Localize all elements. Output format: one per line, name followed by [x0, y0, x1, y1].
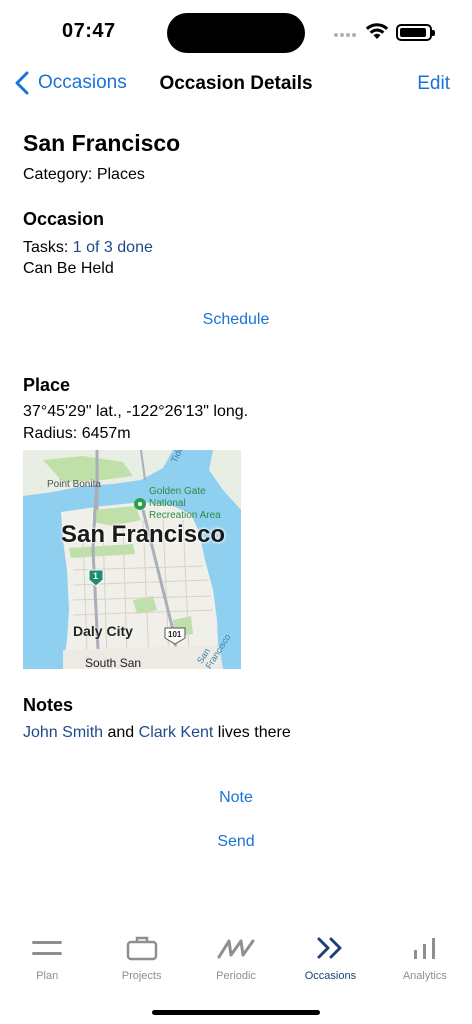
tab-plan-label: Plan: [36, 970, 59, 982]
schedule-button[interactable]: Schedule: [203, 311, 270, 328]
tab-bar: Plan Projects Periodic Occasions Analyti…: [0, 930, 472, 1000]
person-link-john-smith[interactable]: John Smith: [23, 724, 103, 741]
status-time: 07:47: [62, 20, 116, 42]
map-label-national: National: [149, 498, 186, 509]
tab-analytics[interactable]: Analytics: [378, 930, 472, 1000]
bar-chart-icon: [405, 930, 445, 966]
notes-conjunction: and: [103, 724, 139, 741]
occasion-heading: Occasion: [23, 209, 105, 229]
notes-heading: Notes: [23, 695, 74, 715]
coordinates-text: 37°45'29" lat., -122°26'13" long.: [23, 403, 249, 420]
dynamic-island: [167, 13, 305, 53]
route-101-label: 101: [168, 630, 182, 639]
radius-text: Radius: 6457m: [23, 425, 131, 442]
briefcase-icon: [122, 930, 162, 966]
tab-periodic-label: Periodic: [216, 970, 256, 982]
tab-periodic[interactable]: Periodic: [189, 930, 283, 1000]
periodic-icon: [216, 930, 256, 966]
map-label-daly-city: Daly City: [73, 623, 133, 639]
map-label-point-bonita: Point Bonita: [47, 479, 101, 490]
tab-analytics-label: Analytics: [402, 970, 447, 982]
tasks-line: Tasks: 1 of 3 done: [23, 239, 153, 257]
tab-projects-label: Projects: [121, 970, 162, 982]
status-bar: 07:47: [0, 0, 472, 64]
map-label-south-san: South San: [85, 656, 142, 669]
tab-occasions-label: Occasions: [304, 970, 357, 982]
send-row: Send: [0, 833, 472, 851]
notes-text: John Smith and Clark Kent lives there: [23, 724, 291, 742]
cellular-signal-icon: [334, 33, 356, 37]
chevrons-right-icon: [310, 930, 350, 966]
page-title: Occasion Details: [159, 73, 313, 94]
tab-projects[interactable]: Projects: [94, 930, 188, 1000]
plan-icon: [27, 930, 67, 966]
category-text: Category: Places: [23, 166, 145, 183]
edit-button[interactable]: Edit: [417, 73, 450, 95]
notes-suffix: lives there: [213, 724, 291, 741]
person-link-clark-kent[interactable]: Clark Kent: [139, 724, 214, 741]
home-indicator[interactable]: [152, 1010, 320, 1015]
battery-icon: [396, 24, 435, 41]
tab-plan[interactable]: Plan: [0, 930, 94, 1000]
send-button[interactable]: Send: [217, 833, 254, 850]
wifi-icon: [365, 23, 389, 39]
note-button[interactable]: Note: [219, 789, 253, 806]
route-1-label: 1: [93, 571, 99, 581]
place-name: San Francisco: [23, 130, 181, 156]
occasion-status: Can Be Held: [23, 260, 114, 277]
note-row: Note: [0, 789, 472, 807]
map-label-golden-gate: Golden Gate: [149, 486, 206, 497]
tab-occasions[interactable]: Occasions: [283, 930, 377, 1000]
map-label-recreation-area: Recreation Area: [149, 510, 221, 521]
tasks-link[interactable]: 1 of 3 done: [73, 239, 153, 256]
map-city-label: San Francisco: [61, 521, 226, 548]
place-heading: Place: [23, 375, 71, 395]
map-view[interactable]: Point Bonita Golden Gate National Recrea…: [23, 450, 241, 669]
tasks-prefix: Tasks:: [23, 239, 73, 256]
schedule-row: Schedule: [0, 311, 472, 329]
navigation-bar: Occasions Occasion Details Edit: [0, 64, 472, 104]
